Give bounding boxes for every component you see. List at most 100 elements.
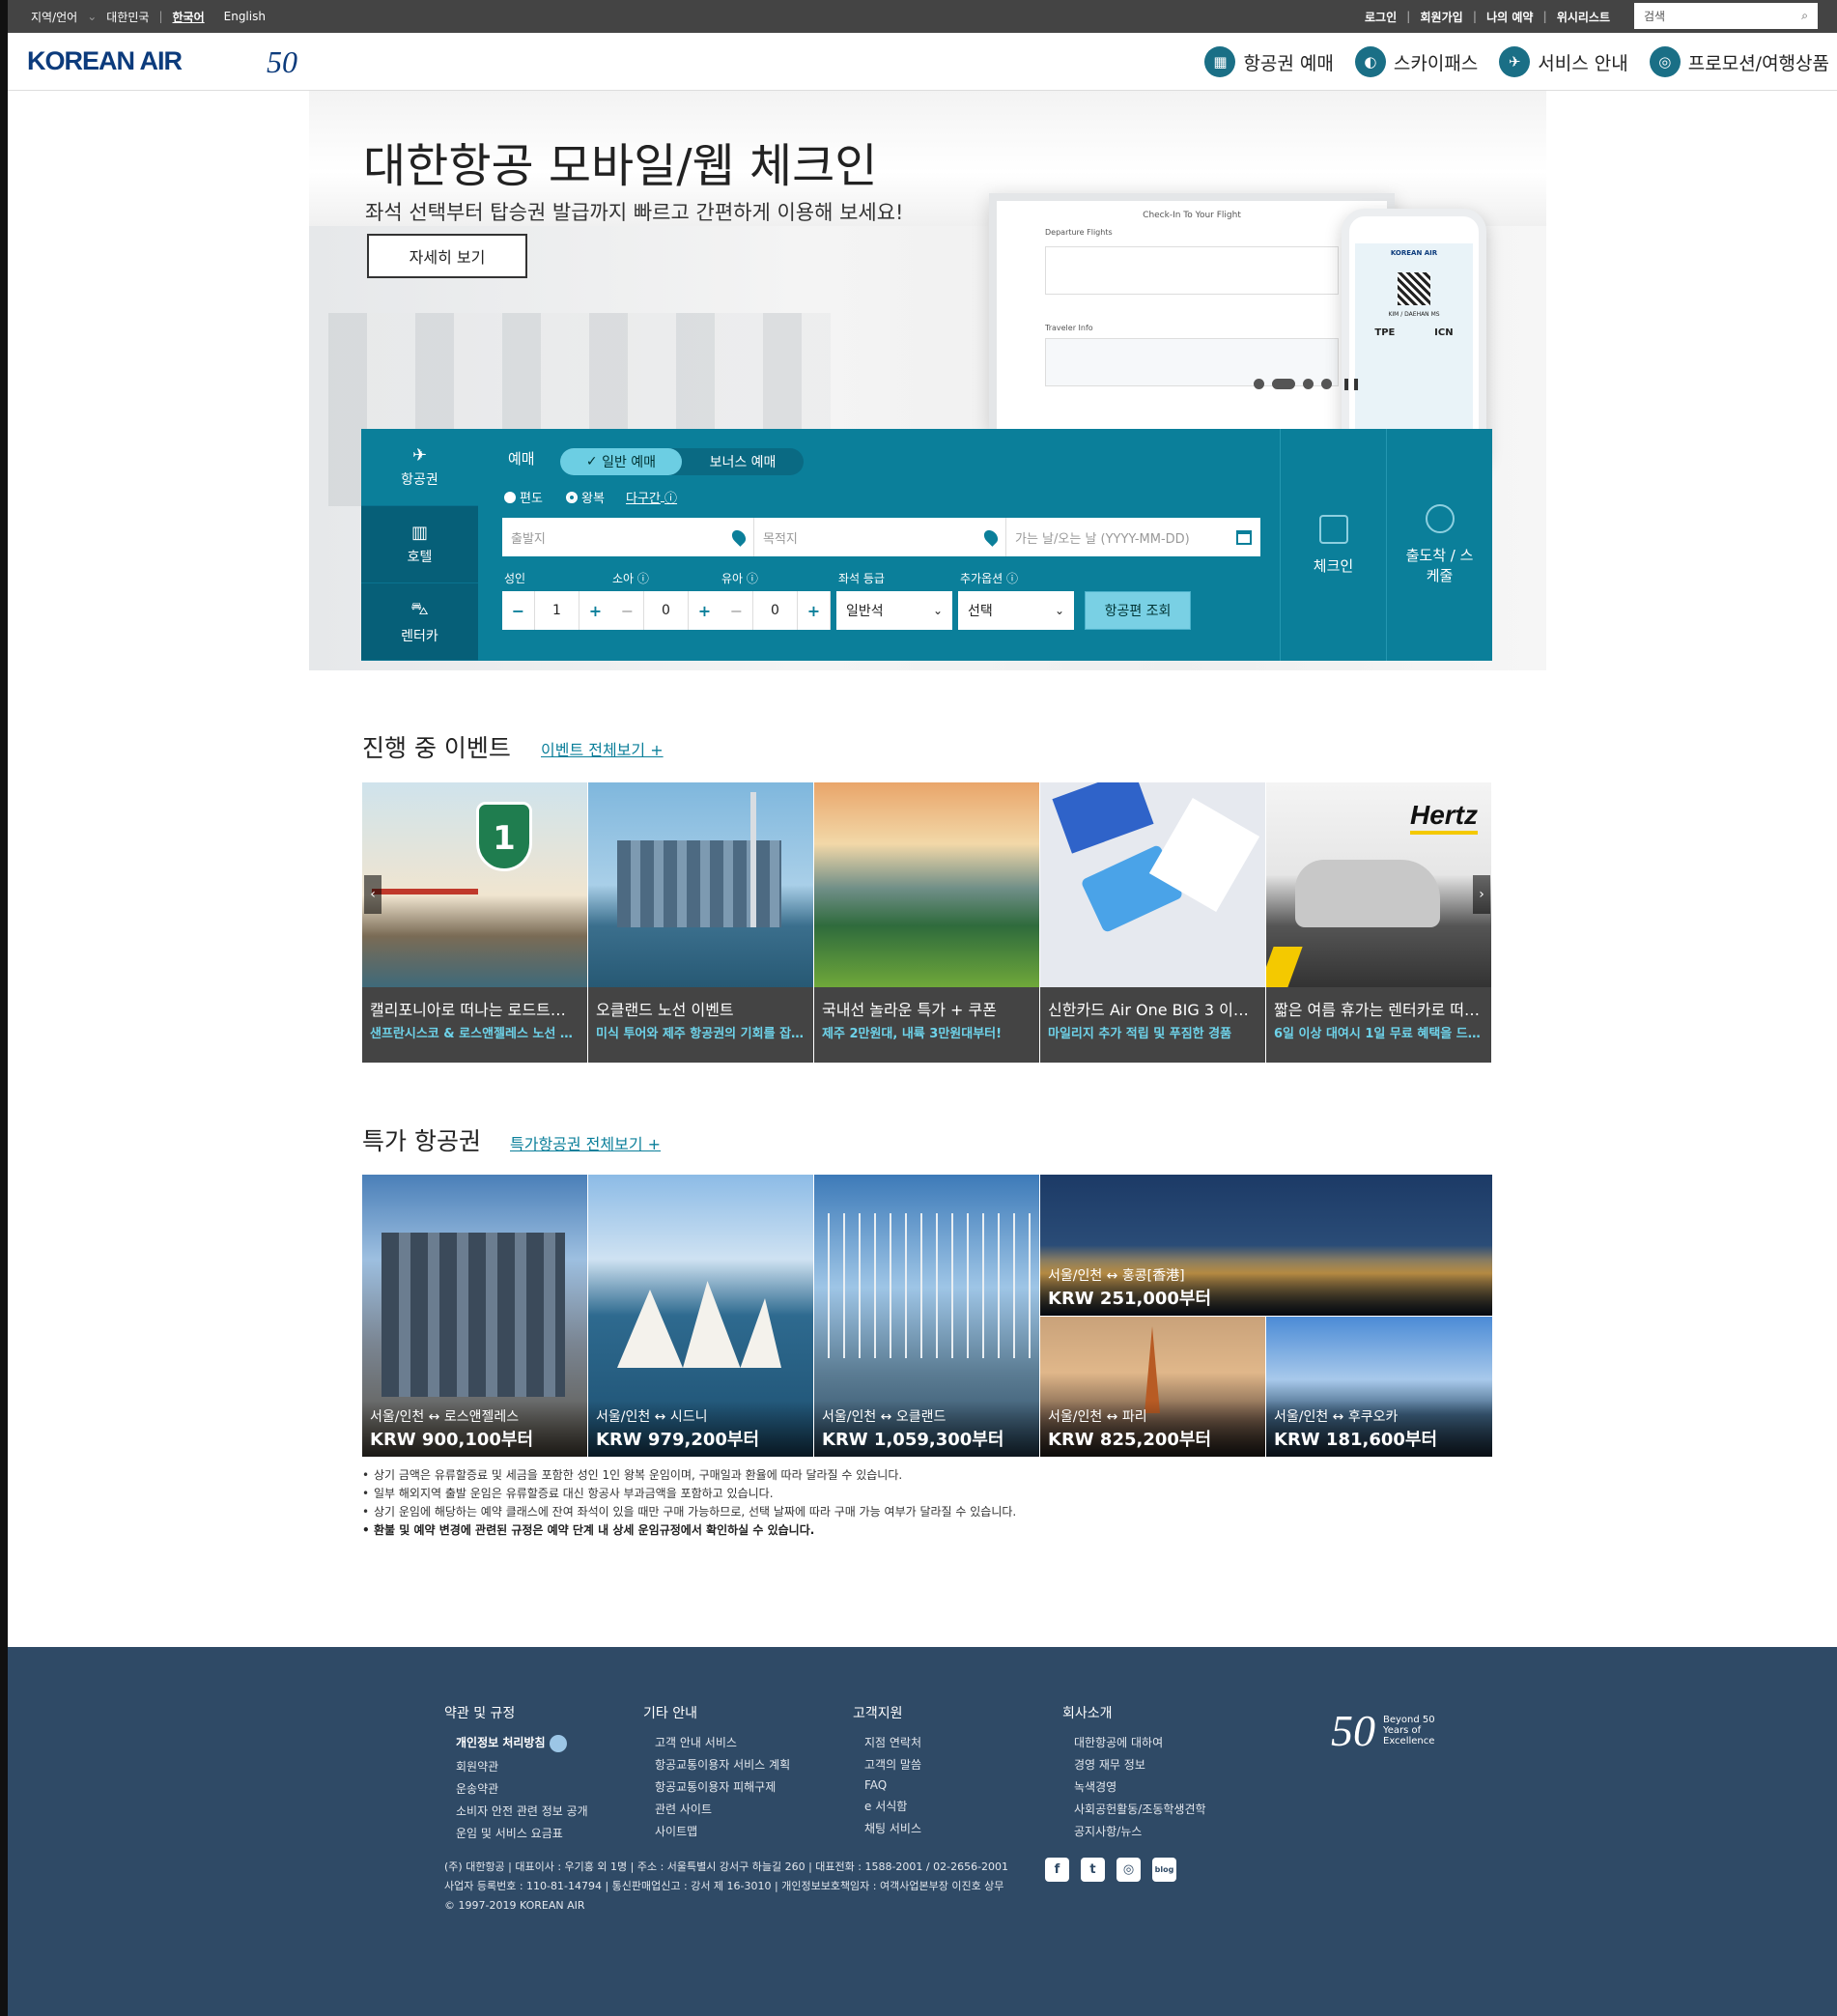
hero-more-button[interactable]: 자세히 보기 (367, 234, 527, 278)
country-link[interactable]: 대한민국 (97, 9, 158, 25)
footer-link[interactable]: 지점 연락처 (853, 1734, 921, 1750)
carousel-dot-active[interactable] (1272, 378, 1295, 389)
footer-link[interactable]: 대한항공에 대하여 (1062, 1734, 1206, 1750)
global-nav: ▦ 항공권 예매 ◐ 스카이패스 ✈ 서비스 안내 ◎ 프로모션/여행상품 (1183, 33, 1829, 91)
destination-input[interactable]: 목적지 (754, 518, 1006, 556)
nav-service-info[interactable]: ✈ 서비스 안내 (1499, 46, 1628, 77)
carousel-dot[interactable] (1254, 378, 1264, 389)
option-select[interactable]: 선택 ⌄ (958, 591, 1074, 630)
deal-card-paris[interactable]: 서울/인천 ↔ 파리 KRW 825,200부터 (1040, 1317, 1265, 1457)
tab-flight[interactable]: ✈ 항공권 (361, 429, 478, 506)
hotel-icon: ▥ (410, 523, 428, 543)
child-plus-button[interactable]: + (689, 591, 721, 630)
lang-english[interactable]: English (214, 10, 275, 23)
pause-icon[interactable]: ❚❚ (1342, 377, 1361, 390)
child-label: 소아 ⓘ (612, 572, 649, 585)
footer-link[interactable]: 경영 재무 정보 (1062, 1756, 1206, 1773)
signup-link[interactable]: 회원가입 (1411, 9, 1473, 25)
date-input[interactable]: 가는 날/오는 날 (YYYY-MM-DD) (1006, 518, 1260, 556)
footer-link[interactable]: 소비자 안전 관련 정보 공개 (444, 1803, 588, 1819)
calendar-icon[interactable] (1236, 529, 1252, 545)
radio-roundtrip[interactable]: 왕복 (566, 488, 605, 506)
carousel-dot[interactable] (1321, 378, 1332, 389)
facebook-icon[interactable]: f (1045, 1858, 1069, 1882)
wishlist-link[interactable]: 위시리스트 (1547, 9, 1620, 25)
class-select[interactable]: 일반석 ⌄ (836, 591, 952, 630)
adult-minus-button[interactable]: − (502, 591, 535, 630)
help-icon[interactable]: ⓘ (664, 488, 677, 506)
footer-link[interactable]: 개인정보 처리방침 (444, 1734, 588, 1752)
nav-ticket-booking[interactable]: ▦ 항공권 예매 (1204, 46, 1334, 77)
deal-card-hong-kong[interactable]: 서울/인천 ↔ 홍콩[香港] KRW 251,000부터 (1040, 1175, 1492, 1316)
deal-card-fukuoka[interactable]: 서울/인천 ↔ 후쿠오카 KRW 181,600부터 (1266, 1317, 1492, 1457)
carousel-dot[interactable] (1303, 378, 1314, 389)
footer-link[interactable]: 회원약관 (444, 1758, 588, 1775)
footer-link[interactable]: 항공교통이용자 피해구제 (643, 1778, 790, 1795)
deals-view-all-link[interactable]: 특가항공권 전체보기 + (510, 1131, 661, 1154)
special-deals-grid: 서울/인천 ↔ 로스앤젤레스 KRW 900,100부터 서울/인천 ↔ 시드니 K… (362, 1175, 1492, 1457)
infant-minus-button[interactable]: − (721, 591, 753, 630)
footer-link[interactable]: 항공교통이용자 서비스 계획 (643, 1756, 790, 1773)
carousel-next-button[interactable]: › (1473, 875, 1490, 914)
fare-note: 일부 해외지역 출발 운임은 유류할증료 대신 항공사 부과금액을 포함하고 있… (362, 1485, 1016, 1503)
event-image-jeju (814, 782, 1039, 987)
blog-icon[interactable]: blog (1152, 1858, 1176, 1882)
privacy-badge-icon (549, 1734, 567, 1752)
footer-link[interactable]: 사이트맵 (643, 1823, 790, 1839)
site-search-input[interactable]: 검색 ⌕ (1634, 3, 1818, 29)
radio-multicity[interactable]: 다구간 ⓘ (626, 488, 677, 506)
radio-oneway[interactable]: 편도 (504, 488, 543, 506)
footer-link[interactable]: FAQ (853, 1778, 921, 1792)
lang-korean[interactable]: 한국어 (163, 9, 214, 25)
location-pin-icon (729, 527, 749, 547)
event-card[interactable]: Hertz 짧은 여름 휴가는 렌터카로 떠나세요6일 이상 대여시 1일 무료… (1266, 782, 1491, 1063)
toggle-regular-booking[interactable]: ✓ 일반 예매 (560, 448, 682, 475)
adult-stepper: −1 + (502, 591, 612, 630)
child-minus-button[interactable]: − (611, 591, 644, 630)
origin-input[interactable]: 출발지 (502, 518, 754, 556)
deal-card-auckland[interactable]: 서울/인천 ↔ 오클랜드 KRW 1,059,300부터 (814, 1175, 1039, 1457)
korean-air-logo[interactable]: KOREAN AIR (27, 46, 183, 76)
arrival-schedule-shortcut[interactable]: 출도착 / 스케줄 (1386, 429, 1492, 661)
twitter-icon[interactable]: t (1081, 1858, 1105, 1882)
footer-link[interactable]: 공지사항/뉴스 (1062, 1823, 1206, 1839)
tab-rentacar[interactable]: ⛍ 렌터카 (361, 583, 478, 661)
footer-link[interactable]: 고객 안내 서비스 (643, 1734, 790, 1750)
company-info: (주) 대한항공 | 대표이사 : 우기홍 외 1명 | 주소 : 서울특별시 … (444, 1860, 1009, 1912)
region-language-menu[interactable]: 지역/언어 (21, 9, 87, 25)
footer-link[interactable]: 운송약관 (444, 1780, 588, 1797)
footer-col-info: 기타 안내 고객 안내 서비스 항공교통이용자 서비스 계획 항공교통이용자 피… (643, 1706, 791, 1839)
clock-icon (1425, 504, 1455, 533)
event-card[interactable]: 1 캘리포니아로 떠나는 로드트립 이벤트샌프란시스코 & 로스앤젤레스 노선 … (362, 782, 587, 1063)
flight-search-button[interactable]: 항공편 조회 (1085, 591, 1191, 630)
footer-link[interactable]: 고객의 말씀 (853, 1756, 921, 1773)
nav-promotion[interactable]: ◎ 프로모션/여행상품 (1649, 46, 1829, 77)
nav-skypass[interactable]: ◐ 스카이패스 (1354, 46, 1478, 77)
infant-plus-button[interactable]: + (798, 591, 831, 630)
airplane-icon: ✈ (1499, 46, 1531, 77)
deal-card-los-angeles[interactable]: 서울/인천 ↔ 로스앤젤레스 KRW 900,100부터 (362, 1175, 587, 1457)
event-card[interactable]: 신한카드 Air One BIG 3 이벤트 마일리지 추가 적립 및 푸짐한 경… (1040, 782, 1265, 1063)
tab-hotel[interactable]: ▥ 호텔 (361, 506, 478, 583)
footer-link[interactable]: 채팅 서비스 (853, 1820, 921, 1836)
globe-icon: ◎ (1649, 46, 1681, 77)
car-icon: ⛍ (410, 598, 429, 619)
footer-link[interactable]: 운임 및 서비스 요금표 (444, 1825, 588, 1841)
footer-link[interactable]: e 서식함 (853, 1798, 921, 1814)
adult-plus-button[interactable]: + (579, 591, 612, 630)
events-view-all-link[interactable]: 이벤트 전체보기 + (541, 737, 664, 760)
search-icon[interactable]: ⌕ (1801, 9, 1808, 23)
site-footer: 약관 및 규정 개인정보 처리방침 회원약관 운송약관 소비자 안전 관련 정보… (8, 1647, 1837, 2016)
deal-card-sydney[interactable]: 서울/인천 ↔ 시드니 KRW 979,200부터 (588, 1175, 813, 1457)
event-card[interactable]: 국내선 놀라운 특가 + 쿠폰 제주 2만원대, 내륙 3만원대부터! (814, 782, 1039, 1063)
carousel-prev-button[interactable]: ‹ (364, 875, 382, 914)
footer-link[interactable]: 관련 사이트 (643, 1801, 790, 1817)
event-card[interactable]: 오클랜드 노선 이벤트 미식 투어와 제주 항공권의 기회를 잡으세요 (588, 782, 813, 1063)
login-link[interactable]: 로그인 (1355, 9, 1406, 25)
footer-link[interactable]: 녹색경영 (1062, 1778, 1206, 1795)
instagram-icon[interactable]: ◎ (1116, 1858, 1141, 1882)
toggle-bonus-booking[interactable]: 보너스 예매 (682, 448, 804, 475)
my-booking-link[interactable]: 나의 예약 (1477, 9, 1542, 25)
checkin-shortcut[interactable]: 체크인 (1280, 429, 1386, 661)
footer-link[interactable]: 사회공헌활동/조동학생견학 (1062, 1801, 1206, 1817)
